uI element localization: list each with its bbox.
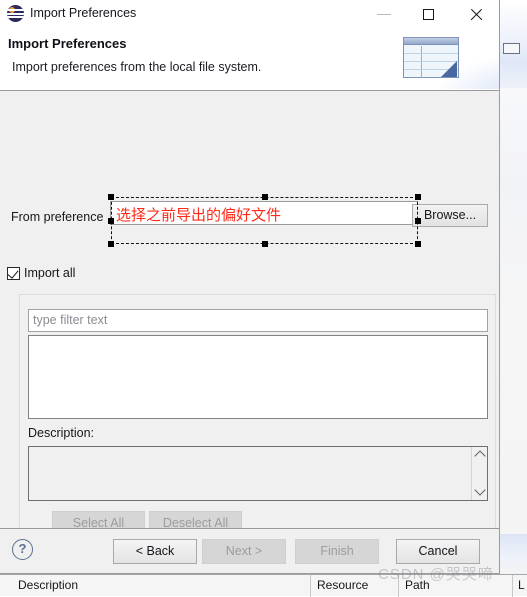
import-preferences-dialog: Import Preferences Import Preferences Im… — [0, 0, 500, 574]
problems-view-table-header: Description Resource Path L — [0, 574, 527, 597]
background-lower-panel — [497, 534, 527, 574]
finish-button[interactable]: Finish — [295, 539, 379, 564]
column-header-description[interactable]: Description — [18, 578, 78, 592]
description-textarea[interactable] — [28, 446, 488, 501]
resize-handle-bottom-right[interactable] — [415, 241, 421, 247]
page-title: Import Preferences — [8, 36, 127, 51]
resize-handle-top-left[interactable] — [108, 194, 114, 200]
column-divider[interactable] — [512, 575, 513, 597]
browse-button[interactable]: Browse... — [412, 204, 488, 227]
resize-handle-bottom-left[interactable] — [108, 241, 114, 247]
column-header-location[interactable]: L — [518, 578, 525, 592]
resize-handle-bottom-center[interactable] — [261, 241, 268, 247]
checkmark-icon — [7, 266, 19, 279]
resize-handle-middle-right[interactable] — [415, 217, 421, 224]
resize-handle-top-right[interactable] — [415, 194, 421, 200]
page-subtitle: Import preferences from the local file s… — [12, 60, 262, 74]
export-arrow-icon — [441, 61, 457, 77]
window-title: Import Preferences — [30, 6, 137, 20]
import-all-checkbox-row[interactable]: Import all — [7, 265, 75, 281]
annotation-text: 选择之前导出的偏好文件 — [116, 206, 282, 224]
description-scrollbar[interactable] — [471, 447, 487, 500]
column-header-resource[interactable]: Resource — [317, 578, 368, 592]
background-right-panel — [496, 0, 527, 596]
import-all-checkbox[interactable] — [7, 266, 20, 280]
preferences-tree-list[interactable] — [28, 335, 488, 419]
wizard-button-bar: ? < Back Next > Finish Cancel — [0, 528, 499, 573]
back-button[interactable]: < Back — [113, 539, 197, 564]
close-button[interactable] — [453, 0, 499, 29]
minimize-icon[interactable] — [503, 43, 520, 54]
eclipse-icon — [7, 5, 24, 22]
cancel-button[interactable]: Cancel — [396, 539, 480, 564]
import-all-label: Import all — [24, 266, 76, 280]
help-icon[interactable]: ? — [12, 539, 33, 560]
filter-placeholder: type filter text — [33, 313, 108, 327]
filter-input[interactable]: type filter text — [28, 309, 488, 332]
minimize-button[interactable] — [361, 0, 407, 29]
description-label: Description: — [28, 426, 94, 440]
minimize-icon — [377, 14, 391, 15]
column-divider[interactable] — [398, 575, 399, 597]
resize-handle-middle-left[interactable] — [108, 217, 114, 224]
resize-handle-top-center[interactable] — [261, 194, 268, 200]
maximize-button[interactable] — [407, 0, 453, 29]
chevron-down-icon[interactable] — [474, 484, 486, 496]
next-button[interactable]: Next > — [202, 539, 286, 564]
preferences-group-panel: type filter text Description: Select All… — [19, 294, 496, 553]
chevron-up-icon[interactable] — [474, 450, 486, 462]
dialog-titlebar: Import Preferences — [0, 0, 499, 29]
wizard-banner: Import Preferences Import preferences fr… — [0, 29, 499, 91]
annotation-selection-box[interactable]: 选择之前导出的偏好文件 — [108, 194, 421, 247]
maximize-icon — [423, 9, 434, 20]
from-preference-label: From preference — [11, 210, 104, 224]
dialog-content: From preference Browse... 选择之前导出的偏好文件 Im… — [0, 91, 499, 553]
column-header-path[interactable]: Path — [405, 578, 430, 592]
column-divider[interactable] — [310, 575, 311, 597]
preferences-table-icon — [389, 29, 499, 89]
